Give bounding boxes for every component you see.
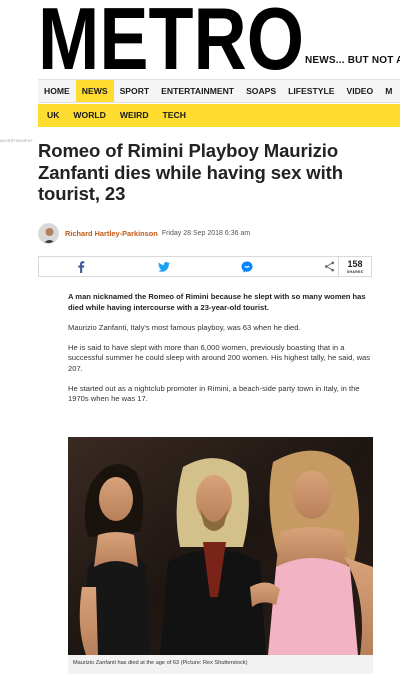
- photo-caption: Maurizio Zanfanti has died at the age of…: [73, 660, 248, 666]
- author-avatar-image: [39, 223, 58, 243]
- article-photo[interactable]: [68, 437, 373, 655]
- metro-logo[interactable]: METRO: [38, 2, 306, 74]
- share-count-number: 158: [347, 259, 363, 269]
- author-name[interactable]: Richard Hartley-Parkinson: [65, 229, 158, 238]
- article-headline: Romeo of Rimini Playboy Maurizio Zanfant…: [38, 140, 343, 204]
- advertisement-label: ADVERTISEMENT: [0, 139, 34, 143]
- share-count-box: 158 SHARES: [338, 256, 372, 277]
- subnav-item-world[interactable]: WORLD: [66, 104, 112, 127]
- share-twitter-button[interactable]: [122, 257, 205, 276]
- secondary-nav: UK WORLD WEIRD TECH: [38, 104, 400, 127]
- article-body: A man nicknamed the Romeo of Rimini beca…: [68, 292, 373, 414]
- article-photo-image: [68, 437, 373, 655]
- nav-item-lifestyle[interactable]: LIFESTYLE: [282, 80, 340, 102]
- messenger-icon: [241, 261, 252, 272]
- logo-text: METRO: [38, 2, 304, 74]
- share-messenger-button[interactable]: [205, 257, 288, 276]
- share-bar: [38, 256, 372, 277]
- nav-item-sport[interactable]: SPORT: [114, 80, 156, 102]
- subnav-item-uk[interactable]: UK: [38, 104, 66, 127]
- nav-item-more[interactable]: M: [379, 80, 398, 102]
- subnav-item-weird[interactable]: WEIRD: [113, 104, 156, 127]
- nav-item-news[interactable]: NEWS: [75, 80, 114, 102]
- masthead: METRO NEWS... BUT NOT A: [0, 0, 400, 76]
- twitter-icon: [157, 261, 170, 272]
- article-paragraph: He is said to have slept with more than …: [68, 342, 371, 373]
- nav-item-soaps[interactable]: SOAPS: [240, 80, 282, 102]
- article-paragraph: Maurizio Zanfanti, Italy's most famous p…: [68, 323, 301, 333]
- publish-date: Friday 28 Sep 2018 6:36 am: [161, 229, 251, 237]
- facebook-icon: [77, 260, 84, 273]
- primary-nav: HOME NEWS SPORT ENTERTAINMENT SOAPS LIFESTYLE…: [38, 79, 400, 103]
- nav-item-home[interactable]: HOME: [38, 80, 76, 102]
- share-count-label: SHARES: [346, 270, 364, 274]
- article-figure: Maurizio Zanfanti has died at the age of…: [68, 437, 373, 674]
- share-facebook-button[interactable]: [39, 257, 122, 276]
- share-count: 158 SHARES: [334, 256, 372, 277]
- author-avatar[interactable]: [38, 222, 59, 244]
- nav-item-video[interactable]: VIDEO: [340, 80, 379, 102]
- byline: Richard Hartley-Parkinson Friday 28 Sep …: [38, 222, 250, 244]
- nav-item-entertainment[interactable]: ENTERTAINMENT: [155, 80, 240, 102]
- article-lead: A man nicknamed the Romeo of Rimini beca…: [68, 292, 366, 312]
- subnav-item-tech[interactable]: TECH: [156, 104, 193, 127]
- tagline: NEWS... BUT NOT A: [305, 55, 400, 66]
- article-paragraph: He started out as a nightclub promoter i…: [68, 383, 360, 404]
